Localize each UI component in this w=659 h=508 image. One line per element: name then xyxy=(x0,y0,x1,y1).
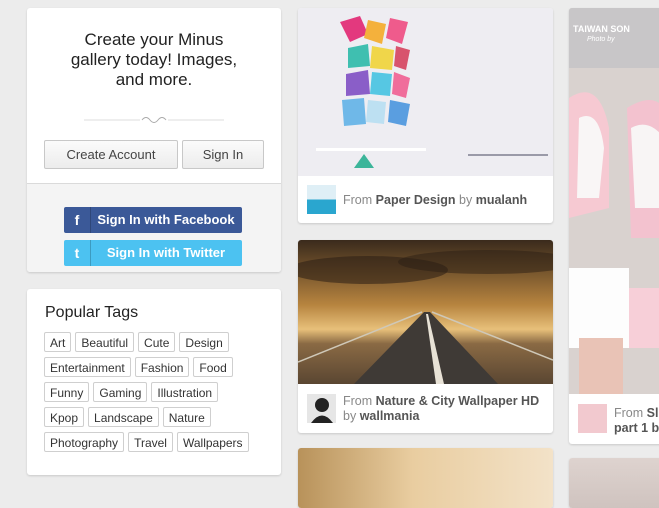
from-label: From xyxy=(614,406,644,420)
pin-portrait[interactable] xyxy=(298,448,553,508)
tag-food[interactable]: Food xyxy=(193,357,233,377)
tag-wallpapers[interactable]: Wallpapers xyxy=(176,432,249,452)
watermark-text: TAIWAN SON xyxy=(573,24,630,34)
tag-travel[interactable]: Travel xyxy=(128,432,173,452)
tag-beautiful[interactable]: Beautiful xyxy=(75,332,135,352)
tag-fashion[interactable]: Fashion xyxy=(134,357,190,377)
watermark-sub: Photo by xyxy=(587,36,615,43)
gallery-link-cont[interactable]: part 1 b xyxy=(614,421,659,435)
tag-gaming[interactable]: Gaming xyxy=(93,382,148,402)
pin-caption: From Nature & City Wallpaper HD by wallm… xyxy=(343,394,547,424)
pin-paper-design[interactable]: From Paper Design by mualanh xyxy=(298,8,553,223)
gallery-link[interactable]: Nature & City Wallpaper HD xyxy=(376,394,539,408)
tag-list: Art Beautiful Cute Design Entertainment Fashi… xyxy=(44,332,266,457)
tag-design[interactable]: Design xyxy=(179,332,229,352)
user-thumbnail[interactable] xyxy=(578,404,607,433)
user-thumbnail[interactable] xyxy=(307,394,336,423)
tag-cute[interactable]: Cute xyxy=(138,332,176,352)
twitter-signin-button[interactable]: t Sign In with Twitter xyxy=(64,240,242,266)
pin-partial[interactable] xyxy=(569,458,659,508)
pin-image-road[interactable] xyxy=(298,240,553,384)
facebook-signin-button[interactable]: f Sign In with Facebook xyxy=(64,207,242,233)
tag-kpop[interactable]: Kpop xyxy=(44,407,85,427)
user-thumbnail[interactable] xyxy=(307,185,336,214)
popular-tags-card: Popular Tags Art Beautiful Cute Design Enter… xyxy=(27,289,281,475)
tag-landscape[interactable]: Landscape xyxy=(88,407,159,427)
pin-taiwan-photo[interactable]: TAIWAN SON Photo by From Sl part 1 b xyxy=(569,8,659,444)
tag-entertainment[interactable]: Entertainment xyxy=(44,357,131,377)
popular-tags-title: Popular Tags xyxy=(45,304,139,321)
by-label: by xyxy=(343,409,357,423)
social-signin-panel: f Sign In with Facebook t Sign In with T… xyxy=(27,183,281,272)
pin-image-paper-art[interactable] xyxy=(298,8,553,176)
signup-headline: Create your Minus gallery today! Images,… xyxy=(27,30,281,90)
tag-nature[interactable]: Nature xyxy=(162,407,211,427)
pin-meta: From Paper Design by mualanh xyxy=(298,176,553,223)
tag-row: Kpop Landscape Nature xyxy=(44,407,266,432)
pin-meta: From Sl part 1 b xyxy=(569,394,659,444)
pin-meta: From Nature & City Wallpaper HD by wallm… xyxy=(298,384,553,433)
user-link[interactable]: mualanh xyxy=(476,193,527,207)
headline-line-2: gallery today! Images, xyxy=(70,50,238,69)
by-label: by xyxy=(459,193,473,207)
headline-line-1: Create your Minus xyxy=(84,30,224,49)
twitter-signin-label: Sign In with Twitter xyxy=(106,245,226,260)
tag-illustration[interactable]: Illustration xyxy=(151,382,219,402)
pin-caption: From Sl part 1 b xyxy=(614,406,659,436)
facebook-icon: f xyxy=(64,207,91,233)
pin-nature-city-wallpaper[interactable]: From Nature & City Wallpaper HD by wallm… xyxy=(298,240,553,433)
create-account-button[interactable]: Create Account xyxy=(44,140,178,169)
tag-photography[interactable]: Photography xyxy=(44,432,125,452)
from-label: From xyxy=(343,193,373,207)
signup-card: Create your Minus gallery today! Images,… xyxy=(27,8,281,272)
sign-in-button[interactable]: Sign In xyxy=(182,140,264,169)
tag-row: Art Beautiful Cute Design xyxy=(44,332,266,357)
facebook-signin-label: Sign In with Facebook xyxy=(97,212,235,227)
pin-image-partial[interactable] xyxy=(569,458,659,508)
user-link[interactable]: wallmania xyxy=(360,409,420,423)
tag-art[interactable]: Art xyxy=(44,332,72,352)
pin-caption: From Paper Design by mualanh xyxy=(343,193,547,208)
twitter-icon: t xyxy=(64,240,91,266)
tag-funny[interactable]: Funny xyxy=(44,382,90,402)
tag-row: Entertainment Fashion Food xyxy=(44,357,266,382)
pin-image-performers[interactable]: TAIWAN SON Photo by xyxy=(569,8,659,394)
tag-row: Funny Gaming Illustration xyxy=(44,382,266,407)
headline-line-3: and more. xyxy=(115,70,193,89)
tag-row: Photography Travel Wallpapers xyxy=(44,432,266,457)
ornament-divider xyxy=(84,117,224,123)
gallery-link[interactable]: Sl xyxy=(647,406,659,420)
from-label: From xyxy=(343,394,373,408)
pin-image-portrait[interactable] xyxy=(298,448,553,508)
gallery-link[interactable]: Paper Design xyxy=(376,193,456,207)
